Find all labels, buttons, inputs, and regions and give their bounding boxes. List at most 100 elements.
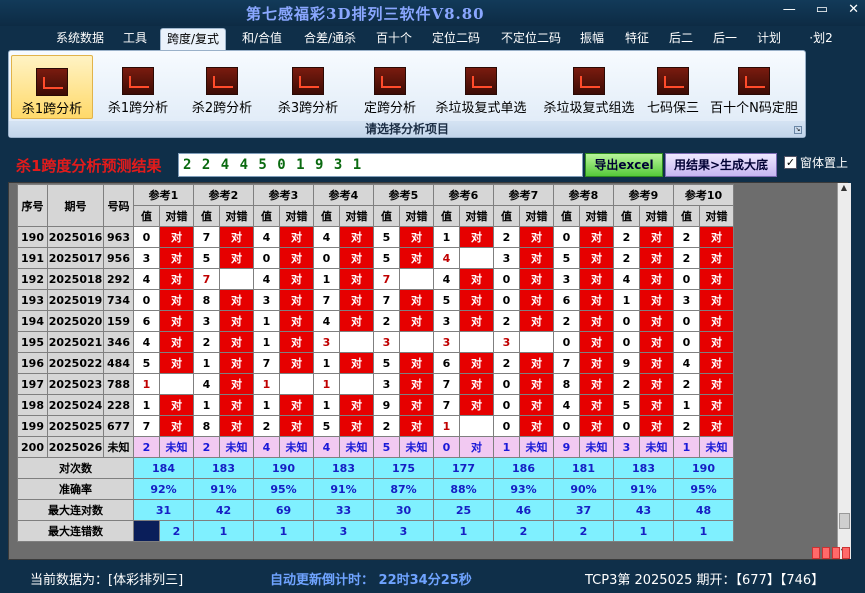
stats-value: 42	[193, 499, 254, 521]
row-code: 292	[103, 268, 134, 290]
ref-hit: 对	[279, 226, 314, 248]
ref-value: 8	[553, 373, 580, 395]
ribbon-kill1-span-alt-button[interactable]: 杀1跨分析	[101, 55, 175, 119]
export-excel-button[interactable]: 导出excel	[585, 153, 663, 177]
row-code: 956	[103, 247, 134, 269]
row-seq: 195	[17, 331, 48, 353]
ref-hit: 对	[459, 268, 494, 290]
ref-hit: 对	[579, 373, 614, 395]
ref-value: 0	[493, 415, 520, 437]
tab-nonposition-two[interactable]: 不定位二码	[498, 28, 564, 50]
ref-value: 1	[313, 268, 340, 290]
ref-hit	[159, 373, 194, 395]
ref-value: 7	[193, 268, 220, 290]
vertical-scrollbar[interactable]: ▲ ▼	[837, 183, 851, 559]
tab-tools[interactable]: 工具	[117, 28, 153, 50]
tab-last-two[interactable]: 后二	[665, 28, 697, 50]
tab-diff-kill[interactable]: 合差/通杀	[298, 28, 362, 50]
result-input[interactable]: 2 2 4 4 5 0 1 9 3 1	[178, 153, 583, 177]
tab-feature[interactable]: 特征	[621, 28, 653, 50]
ref-hit: 对	[159, 310, 194, 332]
ref-value: 9	[553, 436, 580, 458]
ref-hit: 对	[579, 226, 614, 248]
stats-value: 190	[253, 457, 314, 479]
ref-hit	[219, 268, 254, 290]
ref-value: 0	[253, 247, 280, 269]
ref-hit: 对	[279, 415, 314, 437]
generate-base-button[interactable]: 用结果>生成大底	[665, 153, 777, 177]
ref-hit: 对	[699, 415, 734, 437]
ref-hit: 对	[519, 373, 554, 395]
ref-value: 1	[193, 394, 220, 416]
ref-hit: 对	[399, 289, 434, 311]
ribbon-junk-single-button[interactable]: 杀垃圾复式单选	[431, 55, 531, 119]
ref-value: 4	[433, 268, 460, 290]
ref-hit: 对	[639, 352, 674, 374]
ref-value: 2	[673, 415, 700, 437]
tab-sum-value[interactable]: 和/合值	[237, 28, 287, 50]
ribbon-seven-keep-three-button[interactable]: 七码保三	[645, 55, 701, 119]
row-period: 2025017	[47, 247, 104, 269]
tab-position-two[interactable]: 定位二码	[428, 28, 484, 50]
row-code: 788	[103, 373, 134, 395]
ref-hit: 对	[699, 226, 734, 248]
table-row: 193 2025019 734 0 对 8 对 3 对 7 对 7 对 5 对 0 对 6 对 1 对 3 对	[17, 289, 734, 311]
ref-value: 3	[493, 331, 520, 353]
tab-plan[interactable]: 计划	[753, 28, 785, 50]
window-on-top-toggle[interactable]: ✓ 窗体置上	[784, 154, 848, 171]
header-ref: 参考4	[313, 184, 374, 206]
ref-hit	[459, 247, 494, 269]
tab-last-one[interactable]: 后一	[709, 28, 741, 50]
ref-hit: 对	[339, 394, 374, 416]
current-data-label: 当前数据为：[体彩排列三]	[30, 573, 184, 588]
stats-value: 183	[613, 457, 674, 479]
ref-value: 3	[553, 268, 580, 290]
ref-hit: 对	[339, 268, 374, 290]
close-icon[interactable]: ✕	[848, 2, 859, 17]
ref-value: 0	[493, 268, 520, 290]
result-title: 杀1跨度分析预测结果	[16, 157, 162, 175]
ribbon-junk-group-button[interactable]: 杀垃圾复式组选	[539, 55, 639, 119]
tab-system-data[interactable]: 系统数据	[52, 28, 108, 50]
ribbon-kill1-span-button[interactable]: 杀1跨分析	[11, 55, 93, 119]
ribbon-n-code-button[interactable]: 百十个N码定胆	[709, 55, 799, 119]
dialog-launcher-icon[interactable]: ↘	[794, 126, 802, 134]
ref-hit: 对	[159, 268, 194, 290]
minimize-icon[interactable]: —	[783, 2, 796, 17]
header-value: 值	[553, 205, 580, 227]
scroll-up-icon[interactable]: ▲	[838, 183, 850, 195]
header-ref: 参考1	[133, 184, 194, 206]
ribbon-kill2-span-button[interactable]: 杀2跨分析	[185, 55, 259, 119]
ref-value: 4	[553, 394, 580, 416]
tab-hundreds-tens-units[interactable]: 百十个	[373, 28, 415, 50]
tab-span-compound[interactable]: 跨度/复式	[160, 28, 226, 50]
ref-value: 1	[493, 436, 520, 458]
ref-value: 2	[673, 226, 700, 248]
checkbox-icon[interactable]: ✓	[784, 156, 797, 169]
ref-hit: 对	[399, 352, 434, 374]
ribbon-kill3-span-button[interactable]: 杀3跨分析	[271, 55, 345, 119]
ref-value: 4	[613, 268, 640, 290]
header-ref: 参考10	[673, 184, 734, 206]
ref-value: 4	[253, 436, 280, 458]
ribbon-fixed-span-button[interactable]: 定跨分析	[355, 55, 425, 119]
scroll-thumb[interactable]	[839, 513, 850, 529]
tab-amplitude[interactable]: 振幅	[576, 28, 608, 50]
ref-value: 9	[373, 394, 400, 416]
ref-hit: 未知	[339, 436, 374, 458]
ref-hit: 对	[519, 268, 554, 290]
row-period: 2025022	[47, 352, 104, 374]
ref-value: 0	[493, 289, 520, 311]
row-code: 963	[103, 226, 134, 248]
ref-value: 0	[313, 247, 340, 269]
update-countdown: 自动更新倒计时： 22时34分25秒	[270, 573, 472, 588]
restore-icon[interactable]: ▭	[816, 2, 828, 17]
row-period: 2025018	[47, 268, 104, 290]
ref-value: 4	[313, 436, 340, 458]
header-value: 值	[613, 205, 640, 227]
header-value: 值	[313, 205, 340, 227]
ref-hit: 对	[699, 331, 734, 353]
ref-value: 0	[613, 310, 640, 332]
tab-plan-2[interactable]: ·划2	[806, 28, 836, 50]
ref-hit: 对	[219, 415, 254, 437]
